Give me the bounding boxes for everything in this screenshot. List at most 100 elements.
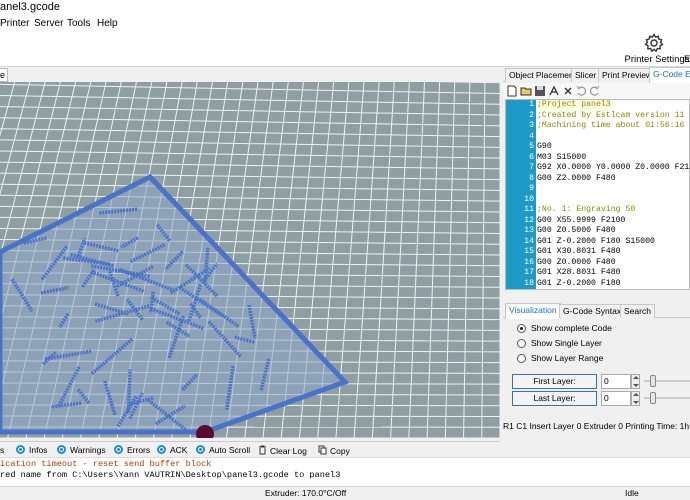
clear-log-button[interactable]: Clear Log xyxy=(258,445,307,457)
gcode-line[interactable]: 12 G00 X55.9999 F2100 xyxy=(506,216,689,227)
gcode-line[interactable]: 7 G92 X0.0000 Y0.0000 Z0.0000 F21 xyxy=(506,163,690,174)
tab-gcode-syntax[interactable]: G-Code Syntax xyxy=(559,304,626,318)
gcode-line[interactable]: 14 G01 Z-0.2000 F180 S15000 xyxy=(506,236,689,248)
edge-button-label[interactable]: E xyxy=(684,54,690,65)
gcode-line[interactable]: 17 G01 X28.8031 F480 xyxy=(506,268,689,279)
last-layer-spinner[interactable] xyxy=(631,391,640,406)
first-layer-button[interactable]: First Layer: xyxy=(512,374,597,389)
open-file-icon[interactable] xyxy=(520,85,532,97)
toolbar: Printer Settings E xyxy=(0,32,690,67)
first-layer-row: First Layer: 0 xyxy=(512,374,690,389)
radio-layer-range[interactable] xyxy=(517,354,526,363)
menu-help[interactable]: Help xyxy=(97,18,118,29)
log-filter-ack[interactable]: ACK xyxy=(157,445,187,456)
new-file-icon[interactable] xyxy=(506,85,518,97)
menu-bar: Printer Server Tools Help xyxy=(0,16,690,32)
line-text: G01 X30.8031 F480 xyxy=(537,247,621,256)
redo-icon[interactable] xyxy=(589,85,601,97)
first-layer-input[interactable]: 0 xyxy=(601,374,631,389)
print-bed-view[interactable] xyxy=(0,82,500,438)
editor-status-line: R1 C1 Insert Layer 0 Extruder 0 Printing… xyxy=(503,421,690,431)
undo-icon[interactable] xyxy=(575,85,587,97)
right-panel: Object Placement Slicer Print Preview G-… xyxy=(503,67,690,438)
line-text: ;Project panel3 xyxy=(537,100,611,111)
tab-slicer[interactable]: Slicer xyxy=(571,68,601,82)
auto-scroll-icon xyxy=(196,445,205,454)
gcode-line[interactable]: 9 xyxy=(506,184,689,195)
last-layer-input[interactable]: 0 xyxy=(601,391,631,406)
line-text: G00 Z0.0000 F480 xyxy=(537,257,616,267)
gcode-line[interactable]: 18 G01 Z-0.2000 F180 xyxy=(506,278,689,290)
line-number: 14 xyxy=(524,236,534,246)
line-text: G01 Z-0.2000 F180 xyxy=(537,278,621,288)
log-filter-errors[interactable]: Errors xyxy=(114,445,150,456)
radio-single-layer[interactable] xyxy=(517,339,526,348)
gcode-line[interactable]: 1 ;Project panel3 xyxy=(506,100,689,111)
gcode-line[interactable]: 5 G90 xyxy=(506,142,689,153)
gcode-editor[interactable]: 1 ;Project panel3 2 ;Created by Estlcam ver… xyxy=(505,99,690,290)
auto-scroll-toggle[interactable]: Auto Scroll xyxy=(196,445,250,456)
tab-gcode-editor[interactable]: G-Code Edi xyxy=(649,67,690,83)
line-number: 11 xyxy=(524,205,534,214)
copy-icon xyxy=(318,445,327,455)
last-layer-button[interactable]: Last Layer: xyxy=(512,391,597,406)
gcode-line[interactable]: 4 xyxy=(506,131,689,143)
gear-icon xyxy=(644,33,664,53)
status-bar: Extruder: 170.0°C/Off Idle xyxy=(0,486,690,500)
line-number: 18 xyxy=(524,278,534,288)
line-text: G00 Z0.5000 F480 xyxy=(537,226,616,235)
log-filter-commands[interactable]: s xyxy=(0,445,4,456)
gcode-line[interactable]: 10 xyxy=(506,195,689,206)
tab-print-preview[interactable]: Print Preview xyxy=(598,68,657,82)
errors-toggle-icon xyxy=(114,445,123,454)
extruder-status: Extruder: 170.0°C/Off xyxy=(265,488,347,498)
gcode-line[interactable]: 15 G01 X30.8031 F480 xyxy=(506,247,689,258)
menu-tools[interactable]: Tools xyxy=(67,18,90,29)
copy-log-button[interactable]: Copy xyxy=(318,445,350,457)
window-title: anel3.gcode xyxy=(0,1,60,13)
text-icon[interactable] xyxy=(548,85,560,97)
line-text: G90 xyxy=(537,142,552,151)
line-text: G92 X0.0000 Y0.0000 Z0.0000 F21 xyxy=(537,163,690,172)
gcode-line[interactable]: 16 G00 Z0.0000 F480 xyxy=(506,257,689,269)
log-filter-infos[interactable]: Infos xyxy=(16,445,47,456)
gcode-line[interactable]: 13 G00 Z0.5000 F480 xyxy=(506,226,689,237)
radio-complete-code[interactable] xyxy=(517,324,526,333)
line-number: 2 xyxy=(529,110,534,120)
first-layer-slider-thumb[interactable] xyxy=(650,375,656,387)
last-layer-slider-thumb[interactable] xyxy=(650,392,656,404)
line-number: 17 xyxy=(524,268,534,277)
line-text: G01 Z-0.2000 F180 S15000 xyxy=(537,236,655,246)
log-filter-warnings[interactable]: Warnings xyxy=(57,445,106,456)
gcode-line[interactable]: 2 ;Created by Estlcam version 11 xyxy=(506,110,689,122)
gcode-line[interactable]: 8 G00 Z2.0000 F480 xyxy=(506,173,689,185)
ack-toggle-icon xyxy=(157,445,166,454)
line-text: M03 S15000 xyxy=(537,152,587,162)
printer-settings-button[interactable]: Printer Settings xyxy=(624,32,689,67)
line-number: 5 xyxy=(529,142,534,151)
log-output[interactable]: ication timeout - reset send buffer bloc… xyxy=(0,457,690,486)
log-line: red name from C:\Users\Yann VAUTRIN\Desk… xyxy=(0,470,341,480)
connection-state: Idle xyxy=(625,488,639,498)
line-number: 15 xyxy=(524,247,534,256)
gcode-line[interactable]: 11 ;No. 1: Engraving 50 xyxy=(506,205,689,216)
tab-object-placement[interactable]: Object Placement xyxy=(505,68,581,82)
line-number: 8 xyxy=(529,173,534,183)
line-number: 4 xyxy=(529,131,534,141)
save-icon[interactable] xyxy=(534,85,546,97)
tab-visualization[interactable]: Visualization xyxy=(505,303,561,319)
first-layer-spinner[interactable] xyxy=(631,374,640,389)
tab-search[interactable]: Search xyxy=(620,304,655,318)
3d-viewport[interactable] xyxy=(0,82,500,438)
delete-icon[interactable] xyxy=(562,85,574,97)
gcode-line[interactable]: 3 ;Machining time about 01:56:16 xyxy=(506,121,689,132)
visualization-panel: Show complete Code Show Single Layer Sho… xyxy=(507,319,690,419)
line-text: ;No. 1: Engraving 50 xyxy=(537,205,636,214)
gcode-line[interactable]: 6 M03 S15000 xyxy=(506,152,689,164)
trash-icon xyxy=(259,445,266,455)
menu-printer[interactable]: Printer xyxy=(0,18,29,29)
line-text: G00 Z2.0000 F480 xyxy=(537,173,616,183)
line-number: 7 xyxy=(529,163,534,172)
menu-server[interactable]: Server xyxy=(34,18,63,29)
view-tab[interactable]: e xyxy=(0,68,8,82)
